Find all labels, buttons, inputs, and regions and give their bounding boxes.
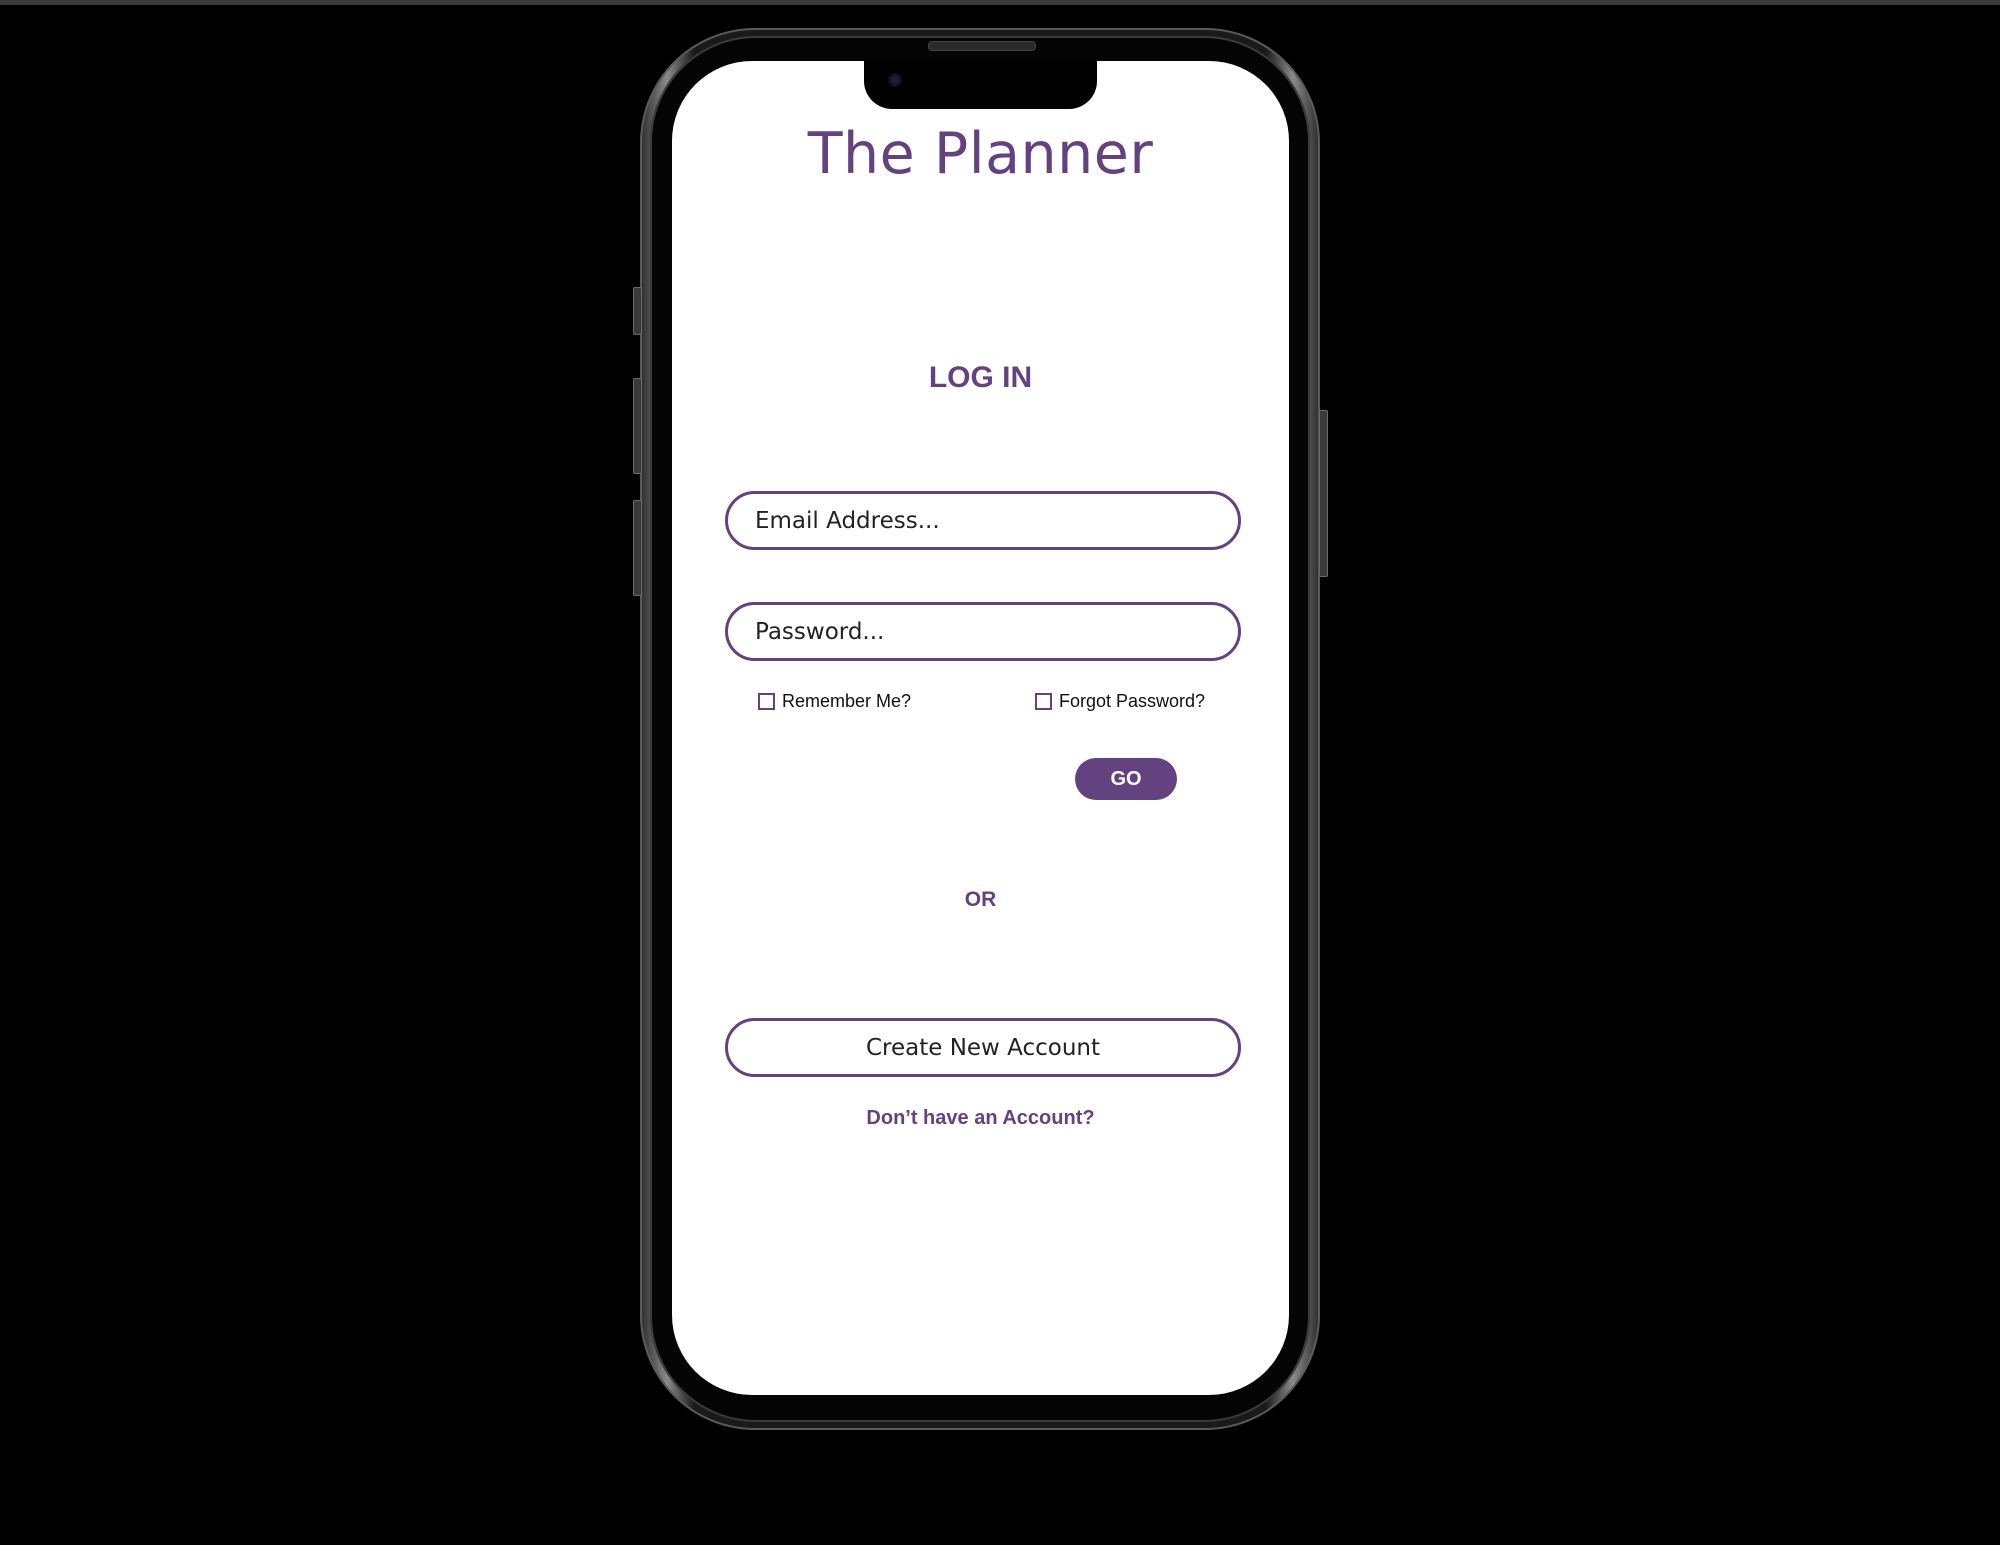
go-button[interactable]: GO: [1075, 758, 1177, 800]
window-top-bar: [0, 0, 2000, 5]
speaker-grille: [928, 41, 1036, 51]
remember-me-option[interactable]: Remember Me?: [758, 689, 911, 713]
forgot-password-label: Forgot Password?: [1059, 690, 1206, 711]
power-button: [1319, 410, 1328, 577]
or-divider: OR: [964, 888, 997, 911]
phone-screen: The Planner LOG IN Remember Me? Forgot P…: [672, 61, 1289, 1395]
no-account-link[interactable]: Don’t have an Account?: [672, 1107, 1289, 1130]
volume-up-button: [633, 378, 642, 474]
login-heading: LOG IN: [928, 361, 1033, 394]
volume-down-button: [633, 500, 642, 596]
forgot-password-option[interactable]: Forgot Password?: [1035, 689, 1205, 713]
camera-icon: [888, 73, 902, 87]
forgot-password-checkbox[interactable]: [1035, 692, 1052, 710]
remember-me-label: Remember Me?: [782, 690, 912, 711]
silent-switch: [633, 287, 642, 335]
password-input[interactable]: [725, 602, 1241, 661]
email-input[interactable]: [725, 491, 1241, 550]
create-account-button[interactable]: Create New Account: [725, 1018, 1241, 1077]
app-title: The Planner: [807, 121, 1154, 187]
notch: [864, 61, 1097, 109]
remember-me-checkbox[interactable]: [758, 692, 775, 710]
